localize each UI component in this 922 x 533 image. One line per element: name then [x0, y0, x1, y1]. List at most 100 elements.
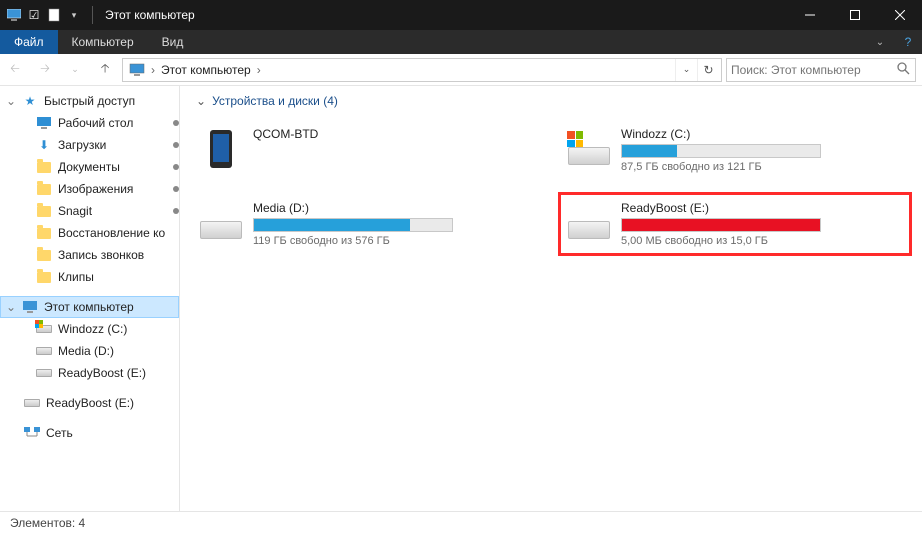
sidebar-network[interactable]: Сеть	[0, 422, 179, 444]
statusbar: Элементов: 4	[0, 511, 922, 533]
chevron-down-icon[interactable]: ⌄	[6, 300, 16, 314]
device-name: Media (D:)	[253, 201, 535, 215]
device-phone[interactable]: QCOM-BTD	[190, 118, 544, 182]
section-title: Устройства и диски (4)	[212, 94, 338, 108]
qat-dropdown-icon[interactable]: ▾	[66, 7, 82, 23]
sidebar-item-label: Snagit	[58, 204, 92, 218]
pin-icon	[173, 164, 179, 170]
recent-locations-icon[interactable]: ⌄	[62, 57, 88, 83]
device-name: QCOM-BTD	[253, 127, 535, 141]
device-name: ReadyBoost (E:)	[621, 201, 903, 215]
close-button[interactable]	[877, 0, 922, 30]
sidebar-item-label: Документы	[58, 160, 120, 174]
hdd-icon	[199, 201, 243, 245]
pin-icon	[173, 142, 179, 148]
device-stat: 87,5 ГБ свободно из 121 ГБ	[621, 161, 903, 173]
chevron-right-icon[interactable]: ›	[255, 63, 263, 77]
sidebar-drive-c[interactable]: Windozz (C:)	[0, 318, 179, 340]
sidebar-item-pictures[interactable]: Изображения	[0, 178, 179, 200]
back-button[interactable]: 🡠	[2, 57, 28, 83]
folder-icon	[36, 225, 52, 241]
address-dropdown-icon[interactable]: ⌄	[675, 59, 697, 81]
titlebar: ☑ ▾ Этот компьютер	[0, 0, 922, 30]
sidebar-item-label: Восстановление ко	[58, 226, 165, 240]
menu-view[interactable]: Вид	[148, 30, 198, 54]
chevron-down-icon[interactable]: ⌄	[196, 94, 206, 108]
sidebar-item-label: Рабочий стол	[58, 116, 133, 130]
section-header[interactable]: ⌄ Устройства и диски (4)	[190, 94, 912, 108]
drive-icon	[36, 343, 52, 359]
sidebar-item-label: ReadyBoost (E:)	[58, 366, 146, 380]
sidebar-item-label: Быстрый доступ	[44, 94, 135, 108]
folder-icon	[36, 203, 52, 219]
hdd-icon	[567, 201, 611, 245]
folder-icon	[36, 159, 52, 175]
sidebar-item-label: Этот компьютер	[44, 300, 134, 314]
folder-icon	[36, 247, 52, 263]
chevron-right-icon[interactable]: ›	[149, 63, 157, 77]
forward-button[interactable]: 🡢	[32, 57, 58, 83]
sidebar-item-downloads[interactable]: ⬇ Загрузки	[0, 134, 179, 156]
sidebar-item-callrec[interactable]: Запись звонков	[0, 244, 179, 266]
sidebar-readyboost[interactable]: ReadyBoost (E:)	[0, 392, 179, 414]
sidebar-item-label: ReadyBoost (E:)	[46, 396, 134, 410]
folder-icon	[36, 181, 52, 197]
sidebar-item-label: Запись звонков	[58, 248, 144, 262]
menubar: Файл Компьютер Вид ⌄ ?	[0, 30, 922, 54]
device-stat: 5,00 МБ свободно из 15,0 ГБ	[621, 235, 903, 247]
system-icon[interactable]	[6, 7, 22, 23]
refresh-icon[interactable]: ↻	[697, 59, 719, 81]
sidebar-drive-e[interactable]: ReadyBoost (E:)	[0, 362, 179, 384]
ribbon-expand-icon[interactable]: ⌄	[866, 30, 894, 54]
pin-icon	[173, 186, 179, 192]
drive-icon	[36, 365, 52, 381]
search-input[interactable]	[731, 63, 911, 77]
drive-icon	[36, 321, 52, 337]
device-drive-d[interactable]: Media (D:) 119 ГБ свободно из 576 ГБ	[190, 192, 544, 256]
device-drive-e[interactable]: ReadyBoost (E:) 5,00 МБ свободно из 15,0…	[558, 192, 912, 256]
sidebar-quick-access[interactable]: ⌄ ★ Быстрый доступ	[0, 90, 179, 112]
sidebar-item-documents[interactable]: Документы	[0, 156, 179, 178]
os-drive-icon	[567, 127, 611, 171]
qat-new-icon[interactable]	[46, 7, 62, 23]
network-icon	[24, 425, 40, 441]
sidebar-item-snagit[interactable]: Snagit	[0, 200, 179, 222]
chevron-down-icon[interactable]: ⌄	[6, 94, 16, 108]
drive-icon	[24, 395, 40, 411]
up-button[interactable]: 🡡	[92, 57, 118, 83]
downloads-icon: ⬇	[36, 137, 52, 153]
sidebar-item-clips[interactable]: Клипы	[0, 266, 179, 288]
pin-icon	[173, 120, 179, 126]
minimize-button[interactable]	[787, 0, 832, 30]
star-icon: ★	[22, 93, 38, 109]
usage-bar	[621, 218, 821, 232]
menu-file[interactable]: Файл	[0, 30, 58, 54]
status-text: Элементов: 4	[10, 516, 85, 530]
sidebar-item-label: Сеть	[46, 426, 73, 440]
sidebar-item-label: Загрузки	[58, 138, 106, 152]
device-name: Windozz (C:)	[621, 127, 903, 141]
window-title: Этот компьютер	[97, 8, 787, 22]
maximize-button[interactable]	[832, 0, 877, 30]
device-drive-c[interactable]: Windozz (C:) 87,5 ГБ свободно из 121 ГБ	[558, 118, 912, 182]
breadcrumb-segment[interactable]: Этот компьютер	[157, 63, 255, 77]
search-icon[interactable]	[897, 62, 910, 78]
menu-computer[interactable]: Компьютер	[58, 30, 148, 54]
search-box[interactable]	[726, 58, 916, 82]
sidebar-item-label: Клипы	[58, 270, 94, 284]
usage-bar	[621, 144, 821, 158]
sidebar: ⌄ ★ Быстрый доступ Рабочий стол ⬇ Загруз…	[0, 86, 180, 511]
address-bar[interactable]: › Этот компьютер › ⌄ ↻	[122, 58, 722, 82]
sidebar-item-label: Windozz (C:)	[58, 322, 127, 336]
sidebar-item-desktop[interactable]: Рабочий стол	[0, 112, 179, 134]
sidebar-item-recovery[interactable]: Восстановление ко	[0, 222, 179, 244]
help-icon[interactable]: ?	[894, 30, 922, 54]
address-row: 🡠 🡢 ⌄ 🡡 › Этот компьютер › ⌄ ↻	[0, 54, 922, 86]
folder-icon	[36, 269, 52, 285]
desktop-icon	[36, 115, 52, 131]
sidebar-drive-d[interactable]: Media (D:)	[0, 340, 179, 362]
qat-properties-icon[interactable]: ☑	[26, 7, 42, 23]
device-stat: 119 ГБ свободно из 576 ГБ	[253, 235, 535, 247]
main-content: ⌄ Устройства и диски (4) QCOM-BTD Windoz…	[180, 86, 922, 511]
sidebar-this-pc[interactable]: ⌄ Этот компьютер	[0, 296, 179, 318]
